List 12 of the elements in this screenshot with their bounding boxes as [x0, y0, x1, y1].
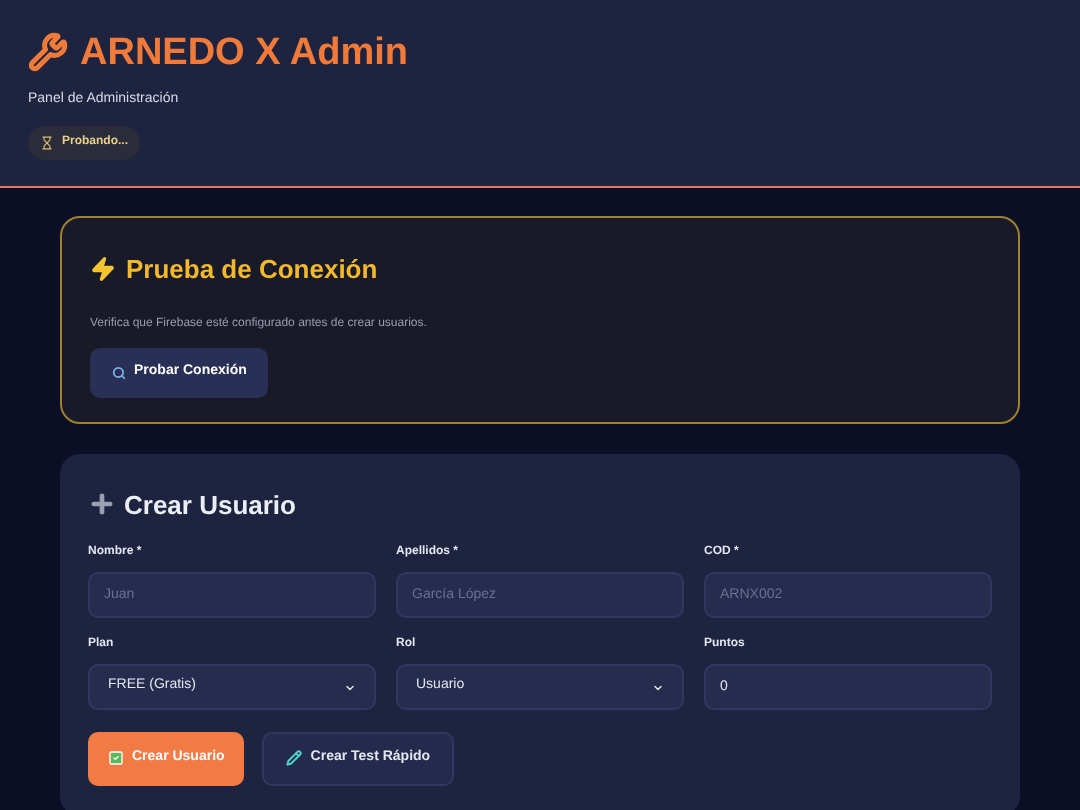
- card-title: Crear Usuario: [124, 487, 296, 523]
- card-title: Prueba de Conexión: [126, 251, 378, 287]
- wrench-icon: [28, 32, 68, 72]
- chevron-icon: [344, 681, 356, 693]
- app-title: ARNEDO X Admin: [80, 33, 408, 71]
- hourglass-icon: [40, 135, 54, 149]
- chevron-icon: [652, 681, 664, 693]
- check-icon: [108, 750, 124, 767]
- lightning-icon: [90, 255, 116, 282]
- search-icon: [112, 365, 126, 380]
- pencil-icon: [286, 750, 303, 767]
- plus-icon: [88, 490, 116, 519]
